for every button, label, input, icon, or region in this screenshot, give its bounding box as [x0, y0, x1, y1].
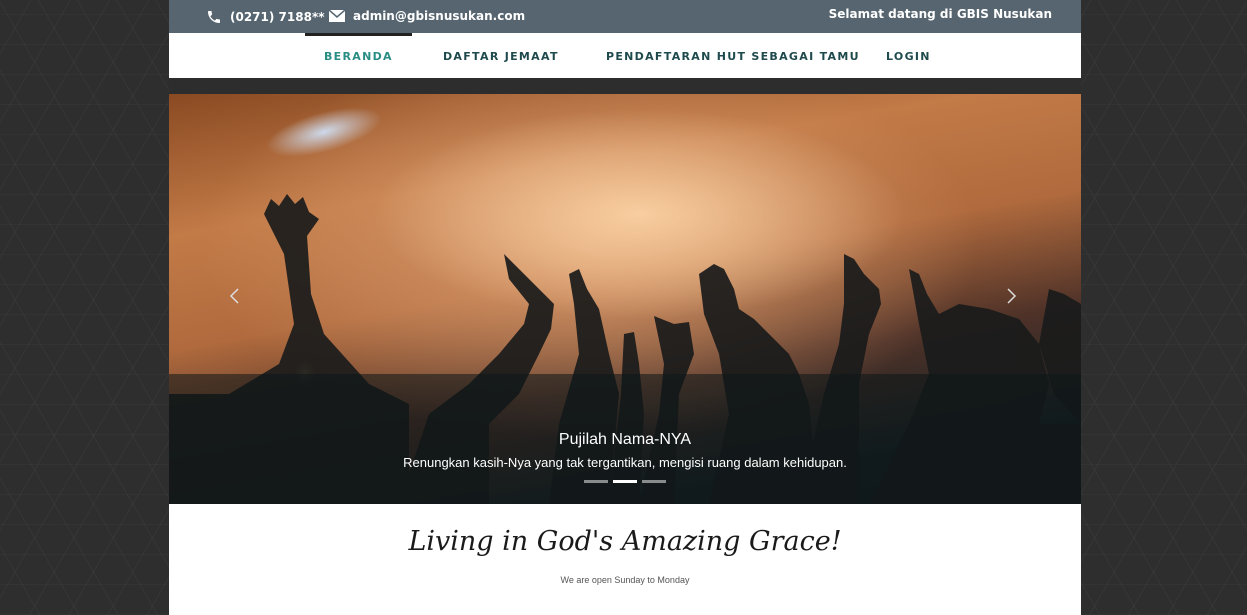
- nav-item-beranda[interactable]: BERANDA: [305, 33, 412, 78]
- contact-phone: (0271) 7188**: [206, 9, 325, 25]
- nav-item-pendaftaran-hut[interactable]: PENDAFTARAN HUT SEBAGAI TAMU: [606, 33, 860, 78]
- email-address[interactable]: admin@gbisnusukan.com: [353, 9, 525, 23]
- nav-item-daftar-jemaat[interactable]: DAFTAR JEMAAT: [443, 33, 559, 78]
- top-info-bar: (0271) 7188** admin@gbisnusukan.com Sela…: [169, 0, 1081, 33]
- nav-spacer: [169, 78, 1081, 94]
- chevron-right-icon: [1007, 288, 1017, 304]
- phone-icon: [206, 9, 222, 25]
- carousel-indicator-1[interactable]: [584, 480, 608, 483]
- carousel-indicator-3[interactable]: [642, 480, 666, 483]
- carousel-indicator-2[interactable]: [613, 480, 637, 483]
- chevron-left-icon: [229, 288, 239, 304]
- intro-subtext: We are open Sunday to Monday: [560, 575, 690, 585]
- envelope-icon: [329, 10, 345, 22]
- phone-number: (0271) 7188**: [230, 10, 325, 24]
- intro-section: Living in God's Amazing Grace! We are op…: [169, 504, 1081, 615]
- intro-heading: Living in God's Amazing Grace!: [408, 526, 842, 557]
- hero-carousel[interactable]: Pujilah Nama-NYA Renungkan kasih-Nya yan…: [169, 94, 1081, 504]
- carousel-next-button[interactable]: [1001, 286, 1021, 306]
- carousel-prev-button[interactable]: [225, 286, 245, 306]
- main-navigation: BERANDA DAFTAR JEMAAT PENDAFTARAN HUT SE…: [169, 33, 1081, 78]
- contact-email[interactable]: admin@gbisnusukan.com: [329, 9, 525, 23]
- carousel-caption-title: Pujilah Nama-NYA: [558, 431, 692, 448]
- welcome-text: Selamat datang di GBIS Nusukan: [828, 7, 1052, 21]
- carousel-indicators: [584, 480, 666, 483]
- page-container: (0271) 7188** admin@gbisnusukan.com Sela…: [169, 0, 1081, 615]
- nav-item-login[interactable]: LOGIN: [886, 33, 931, 78]
- carousel-caption-text: Renungkan kasih-Nya yang tak tergantikan…: [403, 455, 847, 470]
